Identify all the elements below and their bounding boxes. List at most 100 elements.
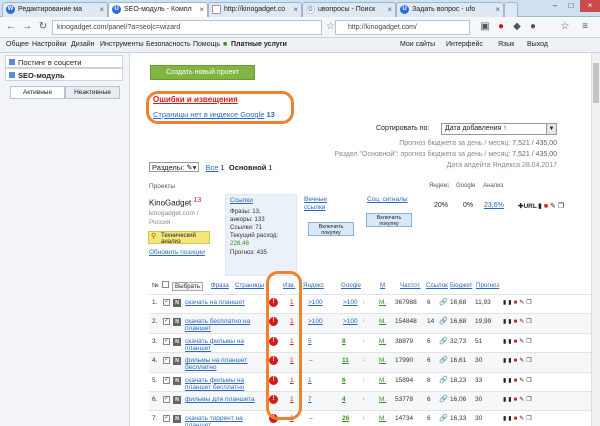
menu-settings[interactable]: Настройки: [32, 38, 66, 52]
extension-icon-3[interactable]: ●: [526, 21, 540, 34]
project-name[interactable]: KinoGadget 13: [149, 197, 201, 208]
social-signals-title[interactable]: Соц. сигналы: [367, 196, 408, 203]
copy-icon[interactable]: ❐: [526, 319, 533, 325]
metrics-link[interactable]: М.: [379, 377, 386, 384]
keyword-link[interactable]: скачать бесплатно на планшет: [185, 318, 263, 332]
metrics-link[interactable]: М.: [379, 299, 386, 306]
google-position-link[interactable]: 11: [342, 357, 349, 364]
col-yandex[interactable]: Яндекс: [303, 282, 324, 289]
tab-inactive[interactable]: Неактивные: [65, 86, 120, 99]
keyword-link[interactable]: скачать фильмы на планшет: [185, 338, 263, 352]
google-position-link[interactable]: 8: [342, 338, 346, 345]
row-checkbox[interactable]: [163, 337, 170, 345]
col-budget[interactable]: Бюджет: [450, 282, 472, 289]
link-icon[interactable]: 🔗: [439, 337, 448, 345]
tab-seo-module[interactable]: U SEO-модуль - Компл ×: [108, 2, 208, 18]
stats-bar-icon[interactable]: ▮▮: [503, 397, 514, 403]
yandex-position-link[interactable]: 5: [308, 338, 312, 345]
link-icon[interactable]: 🔗: [439, 376, 448, 384]
update-positions-link[interactable]: Обновить позиции: [149, 249, 205, 256]
technical-analysis-button[interactable]: ⚲ Технический анализ: [148, 231, 210, 245]
yandex-position-link[interactable]: 1: [308, 377, 312, 384]
menu-logout[interactable]: Выход: [527, 38, 548, 52]
stats-bar-icon[interactable]: ▮▮: [503, 319, 514, 325]
col-pages[interactable]: Страницы: [235, 282, 264, 289]
yandex-position-link[interactable]: –: [309, 415, 313, 422]
col-phrase[interactable]: Фраза: [211, 282, 229, 289]
social-enable-button[interactable]: Включить покупку: [366, 213, 412, 227]
eternal-links-title[interactable]: Вечные ссылки: [304, 196, 344, 212]
copy-icon[interactable]: ❐: [526, 358, 533, 364]
scrollbar-thumb[interactable]: [593, 63, 599, 103]
google-position-link[interactable]: >100: [343, 318, 358, 325]
analysis-percent[interactable]: 23,6%: [484, 202, 504, 209]
copy-icon[interactable]: ❐: [526, 378, 533, 384]
menu-general[interactable]: Общее: [6, 38, 29, 52]
menu-paid-services[interactable]: Платные услуги: [231, 38, 287, 52]
google-position-link[interactable]: 4: [342, 396, 346, 403]
close-icon[interactable]: ×: [495, 3, 500, 16]
edit-icon[interactable]: ✎: [550, 203, 556, 210]
keyword-link[interactable]: скачать торрент на планшет: [185, 415, 263, 426]
stats-bar-icon[interactable]: ▮▮: [503, 358, 514, 364]
menu-icon[interactable]: ≡: [578, 21, 592, 34]
link-icon[interactable]: 🔗: [439, 298, 448, 306]
keyword-link[interactable]: скачать на планшет: [185, 299, 245, 306]
stats-bar-icon[interactable]: ▮▮: [503, 339, 514, 345]
extension-red-icon[interactable]: ●: [494, 21, 508, 34]
reload-icon[interactable]: ↻: [36, 21, 50, 34]
link-icon[interactable]: 🔗: [439, 356, 448, 364]
col-m[interactable]: М: [380, 282, 385, 289]
url-field[interactable]: kinogadget.com/panel/?a=seo|c=wizard: [52, 20, 322, 35]
extension-icon-2[interactable]: ◆: [510, 21, 524, 34]
tab-active[interactable]: Активные: [10, 86, 65, 99]
close-icon[interactable]: ×: [387, 3, 392, 16]
yandex-position-link[interactable]: –: [309, 357, 313, 364]
tab-kinogadget[interactable]: http://kinogadget.co ×: [208, 2, 302, 17]
keyword-link[interactable]: фильмы для планшета: [185, 396, 255, 403]
secondary-url-field[interactable]: http://kinogadget.com/: [335, 20, 470, 35]
sections-main[interactable]: Основной: [229, 163, 266, 172]
menu-interface[interactable]: Интерфейс: [446, 38, 483, 52]
yandex-position-link[interactable]: >100: [308, 318, 323, 325]
menu-help[interactable]: Помощь: [193, 38, 220, 52]
sidebar-item-social-posting[interactable]: Постинг в соцсети: [5, 55, 123, 68]
link-icon[interactable]: 🔗: [439, 317, 448, 325]
select-button[interactable]: Выбрать: [172, 282, 203, 291]
google-position-link[interactable]: 6: [342, 377, 346, 384]
not-in-google-index-link[interactable]: Страницы нет в индексе Google 13: [153, 110, 275, 119]
close-icon[interactable]: ×: [199, 3, 204, 16]
menu-tools[interactable]: Инструменты: [100, 38, 144, 52]
copy-icon[interactable]: ❐: [526, 416, 533, 422]
row-checkbox[interactable]: [163, 414, 170, 423]
stats-bar-icon[interactable]: ▮: [538, 203, 542, 210]
close-icon[interactable]: ×: [293, 3, 298, 16]
metrics-link[interactable]: М.: [379, 396, 386, 403]
copy-icon[interactable]: ❐: [558, 203, 564, 210]
tab-wordpress[interactable]: W Редактирование ма ×: [2, 2, 108, 17]
copy-icon[interactable]: ❐: [526, 339, 533, 345]
col-google[interactable]: Google: [341, 282, 361, 289]
stats-bar-icon[interactable]: ▮▮: [503, 300, 514, 306]
eternal-enable-button[interactable]: Включить покупку: [308, 222, 354, 236]
close-icon[interactable]: ×: [99, 3, 104, 16]
sections-dropdown[interactable]: Разделы: ✎▾: [149, 162, 200, 172]
google-position-link[interactable]: >100: [343, 299, 358, 306]
star-icon[interactable]: ☆: [326, 21, 335, 32]
metrics-link[interactable]: М.: [379, 318, 386, 325]
row-checkbox[interactable]: [163, 376, 170, 384]
google-position-link[interactable]: 26: [342, 415, 349, 422]
stats-bar-icon[interactable]: ▮▮: [503, 416, 514, 422]
forward-arrow-icon[interactable]: →: [20, 21, 34, 34]
keyword-link[interactable]: скачать фильмы на планшет бесплатно: [185, 377, 263, 391]
menu-security[interactable]: Безопасность: [146, 38, 191, 52]
copy-icon[interactable]: ❐: [526, 397, 533, 403]
tab-google-search[interactable]: G uвопросы - Поиск ×: [302, 2, 396, 17]
page-scrollbar[interactable]: [591, 53, 600, 426]
col-forecast[interactable]: Прогноз: [476, 282, 499, 289]
link-icon[interactable]: 🔗: [439, 395, 448, 403]
tab-ask-question[interactable]: U Задать вопрос - ufo ×: [396, 2, 504, 17]
extension-icon[interactable]: ▣: [478, 21, 492, 34]
sections-all-link[interactable]: Все: [206, 163, 219, 172]
sort-select[interactable]: Дата добавления ↑ ▼: [441, 123, 557, 135]
